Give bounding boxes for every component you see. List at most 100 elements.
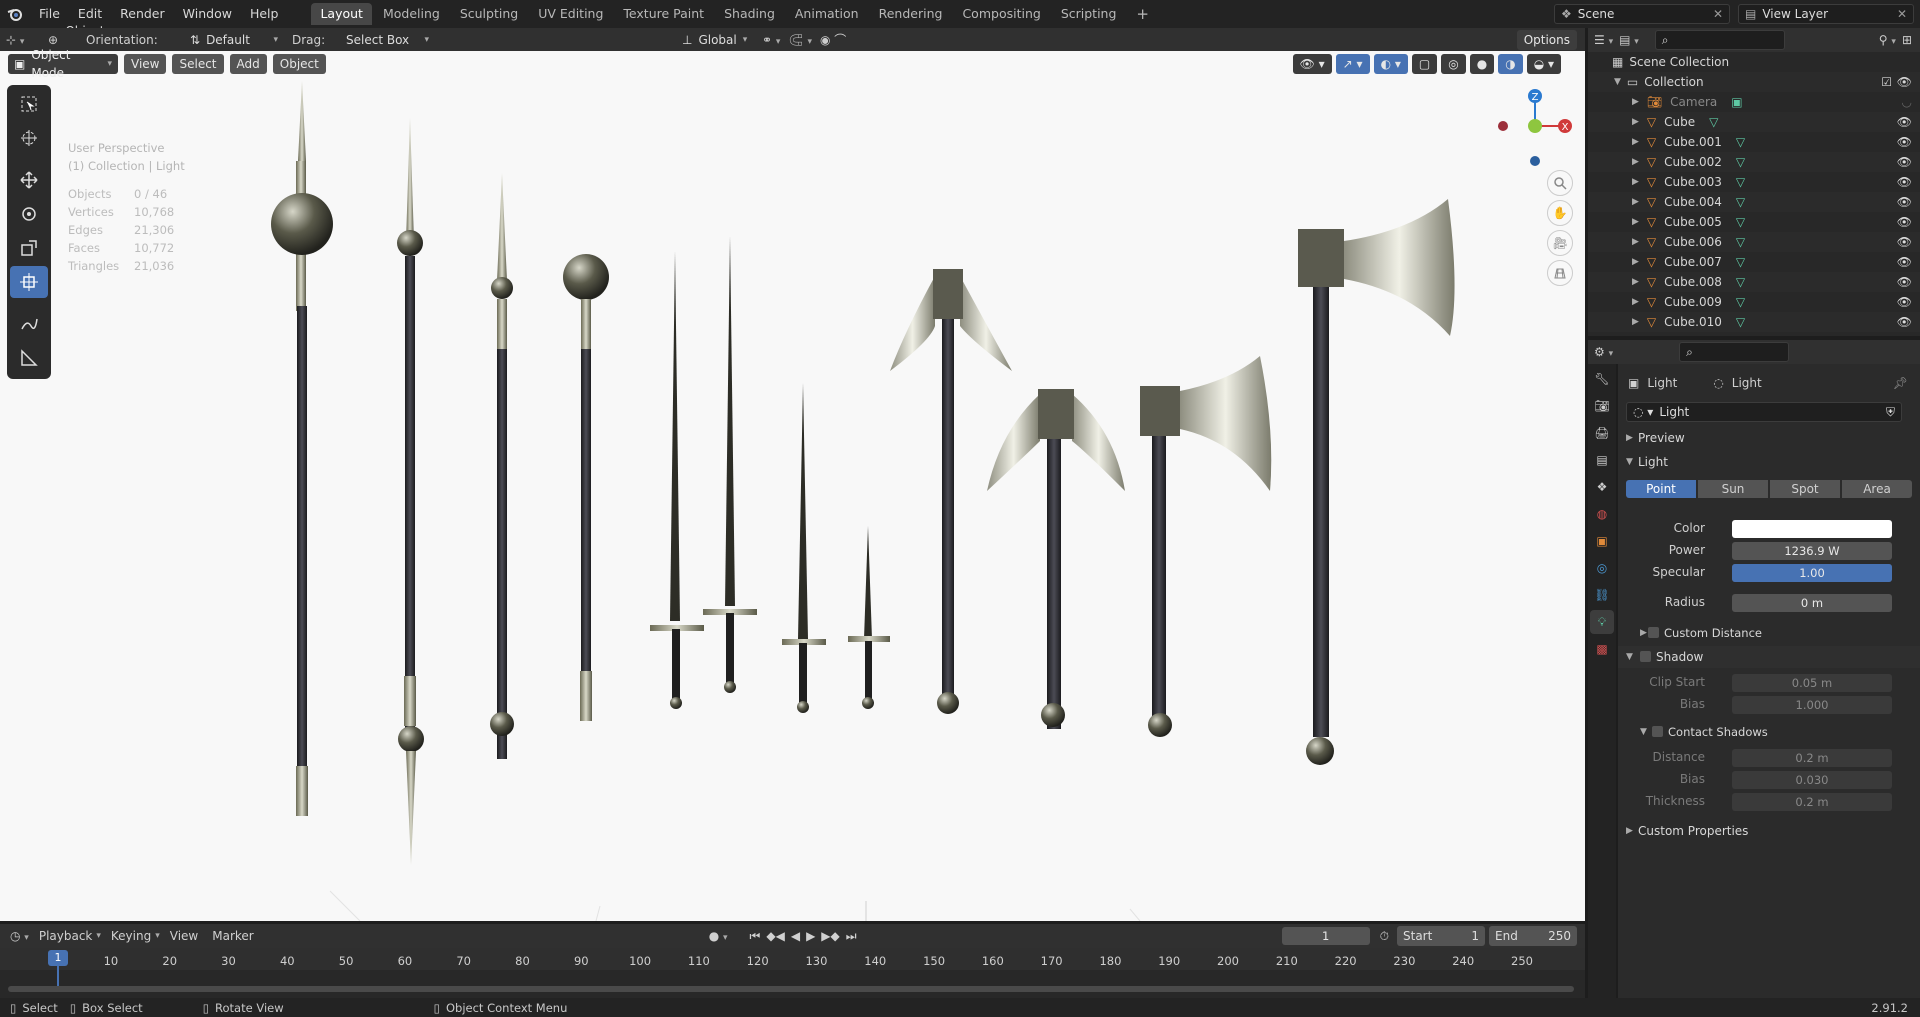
checkbox-icon[interactable] <box>1652 726 1663 737</box>
chevron-right-icon[interactable]: ▶ <box>1632 177 1639 187</box>
outliner-item[interactable]: ▶ ▽ Cube.002 ▽ 👁︎ <box>1588 152 1920 172</box>
light-data-tab-icon[interactable]: 💡︎ <box>1590 610 1614 634</box>
mesh-data-icon[interactable]: ▽ <box>1736 135 1745 149</box>
bias-field[interactable]: 1.000 <box>1732 696 1892 714</box>
mesh-data-icon[interactable]: ▽ <box>1736 295 1745 309</box>
scene-collection-row[interactable]: ▦ Scene Collection <box>1588 52 1920 72</box>
outliner-item[interactable]: ▶ ▽ Cube.009 ▽ 👁︎ <box>1588 292 1920 312</box>
fake-user-icon[interactable]: ⛨ <box>1886 403 1895 421</box>
mesh-data-icon[interactable]: ▽ <box>1736 255 1745 269</box>
record-icon[interactable]: ● ▾ <box>709 929 728 943</box>
checkbox-icon[interactable]: ☑ <box>1881 75 1892 89</box>
stopwatch-icon[interactable]: ⏱ <box>1380 929 1389 944</box>
eye-icon[interactable]: 👁︎ <box>1897 115 1912 129</box>
transform-orientation-selector[interactable]: ⊥ Global ▾ <box>676 30 754 50</box>
outliner-search-input[interactable]: ⌕ <box>1654 30 1785 50</box>
thickness-field[interactable]: 0.2 m <box>1732 793 1892 811</box>
scene-selector[interactable]: ❖ Scene ✕ <box>1554 4 1730 24</box>
editor-type-icon[interactable]: ◷ ▾ <box>10 929 29 943</box>
outliner-item[interactable]: ▶ ▽ Cube.008 ▽ 👁︎ <box>1588 272 1920 292</box>
outliner-item[interactable]: ▶ ▽ Cube ▽ 👁︎ <box>1588 112 1920 132</box>
jump-start-icon[interactable]: ⏮ <box>750 929 761 944</box>
mesh-data-icon[interactable]: ▽ <box>1736 155 1745 169</box>
light-type-point-button[interactable]: Point <box>1626 480 1696 498</box>
outliner-item[interactable]: ▶ ▽ Cube.006 ▽ 👁︎ <box>1588 232 1920 252</box>
prev-keyframe-icon[interactable]: ◆◀ <box>766 929 784 943</box>
playback-menu[interactable]: Playback <box>39 929 93 943</box>
light-panel-header[interactable]: ▼ Light <box>1618 451 1920 473</box>
chevron-right-icon[interactable]: ▶ <box>1632 197 1639 207</box>
texture-tab-icon[interactable]: ▩ <box>1590 637 1614 661</box>
add-workspace-button[interactable]: + <box>1127 3 1158 25</box>
overlay-toggle-icon[interactable]: ◐ ▾ <box>1373 54 1408 74</box>
active-tool-icon[interactable]: ⊕ <box>48 33 78 47</box>
filter-icon[interactable]: ⚲ ▾ <box>1879 33 1896 47</box>
view-menu[interactable]: View <box>170 929 198 943</box>
pin-icon[interactable]: 📌︎ <box>1893 376 1908 390</box>
keying-menu[interactable]: Keying <box>111 929 151 943</box>
custom-properties-header[interactable]: ▶ Custom Properties <box>1618 820 1920 842</box>
light-type-area-button[interactable]: Area <box>1842 480 1912 498</box>
timeline[interactable]: 1102030405060708090100110120130140150160… <box>0 948 1585 998</box>
tab-animation[interactable]: Animation <box>786 3 868 25</box>
checkbox-icon[interactable] <box>1648 627 1659 638</box>
select-box-tool[interactable] <box>10 88 48 120</box>
close-icon[interactable]: ✕ <box>1713 5 1723 23</box>
shadow-panel-header[interactable]: ▼ Shadow <box>1618 646 1920 668</box>
play-reverse-icon[interactable]: ◀ <box>791 929 800 943</box>
power-field[interactable]: 1236.9 W <box>1732 542 1892 560</box>
3d-viewport[interactable]: User Perspective (1) Collection | Light … <box>0 51 1585 921</box>
clip-start-field[interactable]: 0.05 m <box>1732 674 1892 692</box>
perspective-toggle-icon[interactable] <box>1547 260 1573 286</box>
end-frame-field[interactable]: End 250 <box>1489 926 1577 946</box>
chevron-right-icon[interactable]: ▶ <box>1632 117 1639 127</box>
cursor-tool[interactable] <box>10 122 48 154</box>
mesh-data-icon[interactable]: ▽ <box>1736 235 1745 249</box>
new-collection-icon[interactable]: ⊞ <box>1902 33 1912 47</box>
add-menu[interactable]: Add <box>229 54 267 74</box>
menu-window[interactable]: Window <box>174 0 241 28</box>
xray-toggle-icon[interactable]: ▢ <box>1411 54 1438 74</box>
outliner-item[interactable]: ▶ 📷︎ Camera ▣ ◡ <box>1588 92 1920 112</box>
editor-type-icon[interactable]: ☰ ▾ <box>1594 33 1613 47</box>
outliner-item[interactable]: ▶ ▽ Cube.010 ▽ 👁︎ <box>1588 312 1920 332</box>
orientation-selector[interactable]: ⇅ Default ▾ <box>184 30 284 50</box>
eye-icon[interactable]: ◡ <box>1902 95 1912 109</box>
proportional-edit-icon[interactable]: ◉ ⌒ <box>820 31 846 48</box>
view-menu[interactable]: View <box>124 54 167 74</box>
eye-icon[interactable]: 👁︎ <box>1897 275 1912 289</box>
mesh-data-icon[interactable]: ▽ <box>1736 315 1745 329</box>
y-axis-handle[interactable] <box>1528 119 1542 133</box>
outliner-item[interactable]: ▶ ▽ Cube.003 ▽ 👁︎ <box>1588 172 1920 192</box>
tab-texture-paint[interactable]: Texture Paint <box>614 3 713 25</box>
camera-data-icon[interactable]: ▣ <box>1731 95 1742 109</box>
eye-icon[interactable]: 👁︎ <box>1897 255 1912 269</box>
tab-layout[interactable]: Layout <box>311 3 372 25</box>
eye-icon[interactable]: 👁︎ <box>1897 135 1912 149</box>
specular-field[interactable]: 1.00 <box>1732 564 1892 582</box>
interaction-mode-selector[interactable]: ▣ Object Mode ▾ <box>8 48 118 80</box>
chevron-right-icon[interactable]: ▶ <box>1632 137 1639 147</box>
drag-selector[interactable]: Select Box ▾ <box>340 30 435 50</box>
tab-sculpting[interactable]: Sculpting <box>451 3 527 25</box>
preview-panel-header[interactable]: ▶ Preview <box>1618 427 1920 449</box>
object-menu[interactable]: Object <box>272 54 326 74</box>
navigation-gizmo[interactable]: Z X <box>1490 81 1580 171</box>
snap-icon[interactable]: 🧲︎ ▾ <box>788 33 812 47</box>
mesh-data-icon[interactable]: ▽ <box>1736 275 1745 289</box>
shading-material-icon[interactable]: ◑ <box>1498 54 1523 74</box>
camera-view-icon[interactable]: 🎥︎ <box>1547 230 1573 256</box>
chevron-right-icon[interactable]: ▶ <box>1632 277 1639 287</box>
visibility-icon[interactable]: 👁︎ ▾ <box>1292 54 1332 74</box>
radius-field[interactable]: 0 m <box>1732 594 1892 612</box>
blender-logo-icon[interactable] <box>0 0 30 28</box>
collection-row[interactable]: ▼ ▭ Collection ☑ 👁︎ <box>1588 72 1920 92</box>
outliner-item[interactable]: ▶ ▽ Cube.004 ▽ 👁︎ <box>1588 192 1920 212</box>
tab-shading[interactable]: Shading <box>715 3 784 25</box>
color-swatch[interactable] <box>1732 520 1892 538</box>
menu-help[interactable]: Help <box>241 0 288 28</box>
eye-icon[interactable]: 👁︎ <box>1897 295 1912 309</box>
shading-rendered-icon[interactable]: ◒ ▾ <box>1526 54 1561 74</box>
view-layer-selector[interactable]: ▤ View Layer ✕ <box>1738 4 1914 24</box>
properties-search-input[interactable]: ⌕ <box>1679 342 1790 362</box>
